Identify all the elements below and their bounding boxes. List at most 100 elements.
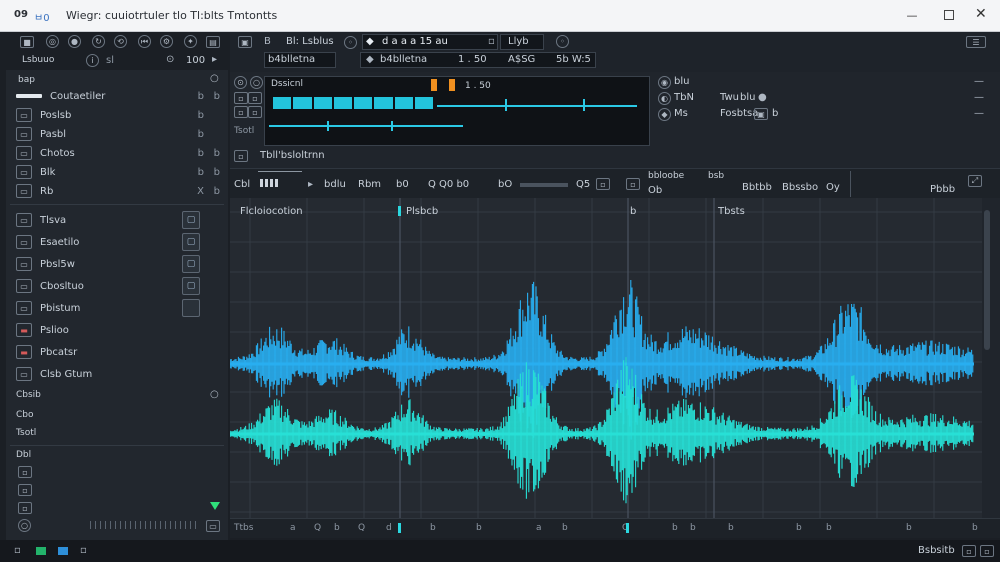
timeline-box-2[interactable]: ▫ xyxy=(626,178,640,190)
timeline-item-6[interactable]: Q5 xyxy=(576,179,590,190)
sidebar-item-toggle[interactable] xyxy=(182,299,200,317)
sidebar-item[interactable]: ▭ Chotos b b xyxy=(16,143,226,163)
footer-box-3[interactable]: ▫ xyxy=(18,502,32,514)
footer-box-2[interactable]: ▫ xyxy=(18,484,32,496)
info-icon[interactable]: i xyxy=(86,54,99,67)
mixer-row-icon-2[interactable]: ▫ xyxy=(234,106,248,118)
timeline-item-7[interactable]: Ob xyxy=(648,185,662,196)
maximize-button[interactable] xyxy=(944,10,954,20)
right-icon-2[interactable]: ◐ xyxy=(658,92,671,105)
sidebar-item-action-2[interactable]: b xyxy=(214,186,220,197)
right-menu-3[interactable]: — xyxy=(974,108,984,119)
status-corner-2[interactable]: ▫ xyxy=(980,545,994,557)
sidebar-item-action-2[interactable]: b xyxy=(214,91,220,102)
preset-name[interactable]: Bl: Lsblus xyxy=(286,36,334,47)
right-icon-1[interactable]: ◉ xyxy=(658,76,671,89)
sidebar-item[interactable]: ▬ Pbcatsr xyxy=(16,342,226,362)
timeline-expand-icon[interactable]: ⤢ xyxy=(968,175,982,187)
sidebar-item[interactable]: ▭ Blk b b xyxy=(16,162,226,182)
timeline-item-5[interactable]: bO xyxy=(498,179,512,190)
timeline-zoom-track[interactable] xyxy=(520,183,568,187)
stop-icon[interactable]: ■ xyxy=(20,36,34,48)
mixer-icon-2[interactable]: ○ xyxy=(250,76,263,89)
footer-circle[interactable]: ○ xyxy=(18,519,31,532)
orange-marker-2[interactable] xyxy=(449,79,455,91)
sidebar-item-toggle[interactable]: ▢ xyxy=(182,211,200,229)
cursor-icon[interactable]: B xyxy=(264,36,271,47)
marker-label-1[interactable]: Flcloiocotion xyxy=(240,206,303,217)
sidebar-item-toggle[interactable]: ▢ xyxy=(182,233,200,251)
ruler-marker[interactable] xyxy=(626,523,629,533)
sidebar-item-action-1[interactable]: b xyxy=(198,167,204,178)
transport-menu-icon[interactable]: ▫ xyxy=(488,36,495,47)
close-button[interactable]: ✕ xyxy=(975,6,987,22)
footer-box-1[interactable]: ▫ xyxy=(18,466,32,478)
sidebar-item-action-1[interactable]: b xyxy=(198,110,204,121)
target-icon[interactable]: ◎ xyxy=(46,35,59,48)
status-green-icon[interactable] xyxy=(36,547,46,555)
status-blue-icon[interactable] xyxy=(58,547,68,555)
mixer-row-icon-3[interactable]: ▫ xyxy=(248,92,262,104)
mixer-row-icon-4[interactable]: ▫ xyxy=(248,106,262,118)
status-icon-4[interactable]: ▫ xyxy=(80,545,87,556)
sidebar-item-action-2[interactable]: b xyxy=(214,167,220,178)
display-play-icon[interactable]: ◆ xyxy=(366,54,374,65)
sidebar-item-action-1[interactable]: X xyxy=(197,186,204,197)
right-icon-4[interactable]: ◆ xyxy=(658,108,671,121)
arrow-icon[interactable]: ▸ xyxy=(212,54,217,65)
rewind-icon[interactable]: ⏮ xyxy=(138,35,151,48)
panel-icon[interactable]: ▤ xyxy=(206,36,220,48)
vertical-scrollbar[interactable] xyxy=(982,198,1000,518)
sidebar-item[interactable]: ▭ Cbosltuo ▢ xyxy=(16,276,226,296)
right-menu-1[interactable]: — xyxy=(974,76,984,87)
lock-icon[interactable]: ⊙ xyxy=(166,54,174,65)
orange-marker-1[interactable] xyxy=(431,79,437,91)
sidebar-item[interactable]: Coutaetiler b b xyxy=(16,86,226,106)
sidebar-item[interactable]: ▬ Pslioo xyxy=(16,320,226,340)
timeline-play-icon[interactable]: ▸ xyxy=(308,179,313,190)
status-corner-1[interactable]: ▫ xyxy=(962,545,976,557)
scrollbar-thumb[interactable] xyxy=(984,210,990,350)
mixer-row-icon-1[interactable]: ▫ xyxy=(234,92,248,104)
waveform-area[interactable]: Flcloiocotion Plsbcb b Tbsts xyxy=(230,198,982,518)
ruler-marker[interactable] xyxy=(398,523,401,533)
preset-menu-icon[interactable]: ◦ xyxy=(344,36,357,49)
sidebar-item[interactable]: ▭ Pasbl b xyxy=(16,124,226,144)
status-icon-1[interactable]: ▫ xyxy=(14,545,21,556)
right-menu-2[interactable]: — xyxy=(974,92,984,103)
marker-flag-2[interactable] xyxy=(398,206,401,216)
timeline-item-3[interactable]: b0 xyxy=(396,179,409,190)
loop-icon[interactable]: ⟲ xyxy=(114,35,127,48)
sidebar-footer-icon[interactable]: ○ xyxy=(210,389,219,400)
file-icon[interactable]: ▣ xyxy=(238,36,252,48)
timeline-item-2[interactable]: Rbm xyxy=(358,179,381,190)
refresh-icon[interactable]: ↻ xyxy=(92,35,105,48)
track-label[interactable]: Llyb xyxy=(508,36,529,47)
marker-label-3[interactable]: b xyxy=(630,206,636,217)
channel-segments[interactable] xyxy=(273,97,433,109)
sidebar-item[interactable]: ▭ Pbsl5w ▢ xyxy=(16,254,226,274)
sidebar-item-toggle[interactable]: ▢ xyxy=(182,277,200,295)
sidebar-item-action-1[interactable]: b xyxy=(198,91,204,102)
sidebar-item-toggle[interactable]: ▢ xyxy=(182,255,200,273)
timeline-item-1[interactable]: bdlu xyxy=(324,179,346,190)
sidebar-item[interactable]: ▭ Poslsb b xyxy=(16,105,226,125)
right-icon-3[interactable]: ● xyxy=(758,92,767,103)
footer-end-box[interactable]: ▭ xyxy=(206,520,220,532)
timeline-box-1[interactable]: ▫ xyxy=(596,178,610,190)
sidebar-item-action-2[interactable]: b xyxy=(214,148,220,159)
right-icon-5[interactable]: ▣ xyxy=(754,108,768,120)
marker-label-4[interactable]: Tbsts xyxy=(718,206,745,217)
sidebar-item-action-1[interactable]: b xyxy=(198,129,204,140)
record-icon[interactable]: ● xyxy=(68,35,81,48)
view-toggle-icon[interactable]: ☰ xyxy=(966,36,986,48)
minimize-button[interactable]: — xyxy=(906,10,918,22)
sidebar-item-action-1[interactable]: b xyxy=(198,148,204,159)
timeline-item-4[interactable]: Q Q0 b0 xyxy=(428,179,469,190)
settings-icon[interactable]: ⚙ xyxy=(160,35,173,48)
timeline-left-seg[interactable] xyxy=(260,179,280,187)
sidebar-item[interactable]: ▭ Tlsva ▢ xyxy=(16,210,226,230)
sidebar-item[interactable]: ▭ Clsb Gtum xyxy=(16,364,226,384)
play-icon[interactable]: ◆ xyxy=(366,36,374,47)
sidebar-item[interactable]: ▭ Rb Xb xyxy=(16,181,226,201)
